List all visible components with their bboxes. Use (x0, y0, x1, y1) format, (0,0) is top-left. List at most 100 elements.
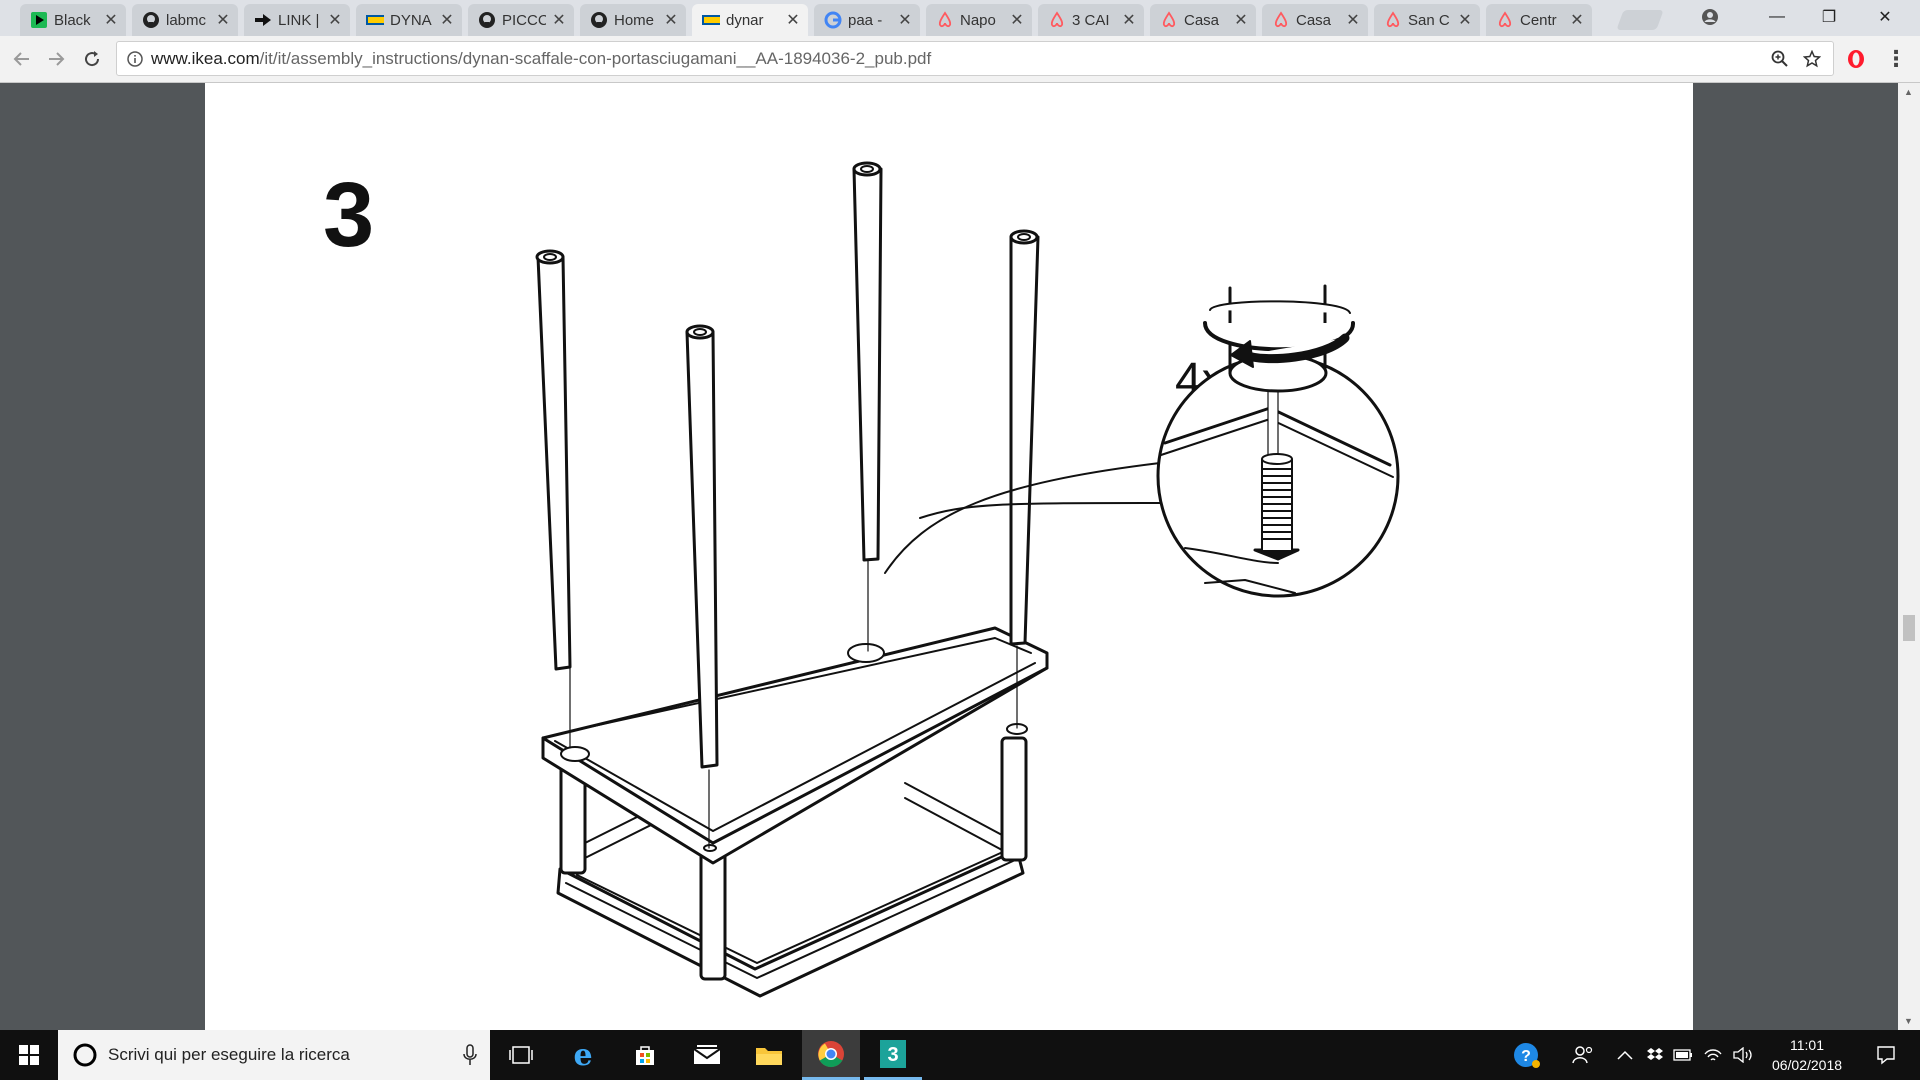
edge-app[interactable]: e (554, 1030, 612, 1080)
volume-icon[interactable] (1730, 1030, 1758, 1080)
scroll-down-icon[interactable]: ▼ (1904, 1016, 1913, 1026)
clock-time: 11:01 (1790, 1037, 1824, 1053)
top-shelf (541, 626, 1049, 865)
chrome-icon (818, 1040, 844, 1067)
close-tab-icon[interactable]: ✕ (1570, 10, 1584, 30)
help-icon[interactable]: ? (1506, 1030, 1546, 1080)
tab-title: Casa (1184, 11, 1220, 29)
store-app[interactable] (616, 1030, 674, 1080)
tab[interactable]: LINK | ✕ (244, 4, 350, 36)
zoom-icon[interactable] (1771, 50, 1789, 68)
tab[interactable]: Black ✕ (20, 4, 126, 36)
tab[interactable]: 3 CAI ✕ (1038, 4, 1144, 36)
bottom-frame (556, 848, 1025, 998)
dropbox-icon[interactable] (1642, 1030, 1668, 1080)
github-icon (478, 11, 496, 29)
airbnb-icon (1272, 11, 1290, 29)
menu-button[interactable]: ⋮ (1880, 44, 1912, 74)
close-tab-icon[interactable]: ✕ (786, 10, 800, 30)
tab-title: labmc (166, 11, 207, 29)
builder-3-icon: 3 (880, 1039, 906, 1068)
close-tab-icon[interactable]: ✕ (1458, 10, 1472, 30)
browser-toolbar: www.ikea.com/it/it/assembly_instructions… (0, 36, 1920, 83)
ikea-icon (366, 11, 384, 29)
close-tab-icon[interactable]: ✕ (664, 10, 678, 30)
tab-title: dynar (726, 11, 764, 29)
chrome-app[interactable] (802, 1030, 860, 1080)
tab-title: DYNA (390, 11, 432, 29)
forward-arrow-icon (49, 52, 65, 66)
opera-icon (1848, 50, 1864, 68)
close-tab-icon[interactable]: ✕ (1346, 10, 1360, 30)
close-tab-icon[interactable]: ✕ (440, 10, 454, 30)
store-bag-icon (636, 1046, 654, 1065)
taskbar-search-box[interactable]: Scrivi qui per eseguire la ricerca (58, 1030, 490, 1080)
microphone-icon[interactable] (462, 1044, 478, 1066)
task-view-button[interactable] (492, 1030, 550, 1080)
minimize-button[interactable]: — (1752, 0, 1802, 34)
airbnb-icon (936, 11, 954, 29)
close-tab-icon[interactable]: ✕ (552, 10, 566, 30)
back-arrow-icon (13, 52, 29, 66)
tab[interactable]: Casa ✕ (1262, 4, 1368, 36)
vertical-scrollbar[interactable]: ▲ ▼ (1898, 83, 1920, 1030)
opera-extension-button[interactable] (1840, 44, 1872, 74)
address-bar[interactable]: www.ikea.com/it/it/assembly_instructions… (116, 41, 1834, 76)
file-explorer-app[interactable] (740, 1030, 798, 1080)
close-tab-icon[interactable]: ✕ (1010, 10, 1024, 30)
system-clock[interactable]: 11:01 06/02/2018 (1762, 1035, 1852, 1075)
task-view-icon (509, 1046, 533, 1064)
tab-title: Black (54, 11, 91, 29)
tab-title: paa - (848, 11, 883, 29)
close-tab-icon[interactable]: ✕ (1122, 10, 1136, 30)
tab[interactable]: Home ✕ (580, 4, 686, 36)
tab[interactable]: Casa ✕ (1150, 4, 1256, 36)
green-play-icon (30, 11, 48, 29)
tab[interactable]: San C ✕ (1374, 4, 1480, 36)
tab[interactable]: paa - ✕ (814, 4, 920, 36)
assembly-illustration (535, 161, 1400, 998)
tab[interactable]: Centr ✕ (1486, 4, 1592, 36)
battery-icon[interactable] (1670, 1030, 1696, 1080)
close-tab-icon[interactable]: ✕ (328, 10, 342, 30)
info-icon[interactable] (127, 50, 143, 67)
folder-icon (756, 1048, 782, 1065)
close-tab-icon[interactable]: ✕ (898, 10, 912, 30)
mail-envelope-icon (693, 1045, 721, 1064)
scrollbar-thumb[interactable] (1903, 615, 1915, 641)
close-tab-icon[interactable]: ✕ (1234, 10, 1248, 30)
back-button[interactable] (6, 44, 38, 74)
account-circle-icon[interactable] (1685, 0, 1735, 34)
tab-title: Napo (960, 11, 996, 29)
tab[interactable]: PICCC ✕ (468, 4, 574, 36)
kebab-menu-icon: ⋮ (1885, 46, 1907, 71)
tab-title: Casa (1296, 11, 1332, 29)
tab[interactable]: Napo ✕ (926, 4, 1032, 36)
tab[interactable]: labmc ✕ (132, 4, 238, 36)
edge-icon: e (573, 1037, 593, 1073)
mail-app[interactable] (678, 1030, 736, 1080)
windows-logo-icon (19, 1045, 39, 1065)
bookmark-star-icon[interactable] (1803, 49, 1821, 68)
url-path: /it/it/assembly_instructions/dynan-scaff… (259, 48, 932, 68)
close-tab-icon[interactable]: ✕ (216, 10, 230, 30)
people-icon[interactable] (1566, 1030, 1600, 1080)
start-button[interactable] (0, 1030, 58, 1080)
scroll-up-icon[interactable]: ▲ (1904, 87, 1913, 97)
tab-title: San C (1408, 11, 1450, 29)
close-window-button[interactable]: ✕ (1860, 0, 1910, 34)
forward-button[interactable] (40, 44, 72, 74)
threaded-bolt (1261, 453, 1293, 552)
show-hidden-icons-chevron-icon[interactable] (1612, 1030, 1638, 1080)
action-center-icon[interactable] (1866, 1030, 1906, 1080)
app-3d-builder[interactable]: 3 (864, 1030, 922, 1080)
airbnb-icon (1160, 11, 1178, 29)
tab-active[interactable]: dynar ✕ (692, 4, 808, 36)
reload-button[interactable] (76, 44, 108, 74)
close-tab-icon[interactable]: ✕ (104, 10, 118, 30)
airbnb-icon (1384, 11, 1402, 29)
tab[interactable]: DYNA ✕ (356, 4, 462, 36)
wifi-icon[interactable] (1700, 1030, 1726, 1080)
restore-button[interactable]: ❐ (1804, 0, 1854, 34)
new-tab-button[interactable] (1616, 10, 1664, 30)
